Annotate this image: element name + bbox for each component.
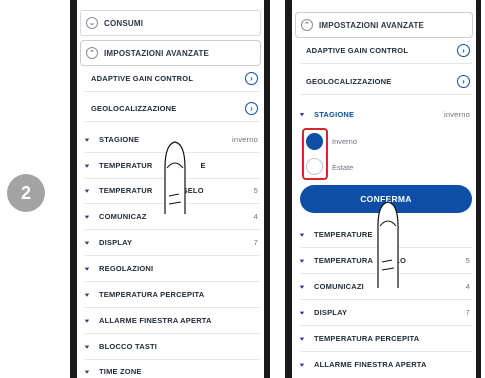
impostazioni-label: IMPOSTAZIONI AVANZATE <box>319 20 425 30</box>
row-label: STAGIONE <box>99 135 140 144</box>
allarme-finestra-row[interactable]: ▾ ALLARME FINESTRA APERTA <box>300 351 472 377</box>
radio-estate-label: Estate <box>332 163 354 172</box>
consumi-label: CONSUMI <box>104 18 144 28</box>
radio-inverno-label: Inverno <box>332 137 358 146</box>
row-label: COMUNICAZI <box>314 282 364 291</box>
chevron-down-icon: ▾ <box>300 360 305 368</box>
chevron-down-icon: ▾ <box>85 162 90 169</box>
temperatura-row-2[interactable]: ▾ TEMPERATUR SELO 5 <box>85 178 260 204</box>
chevron-down-icon: ▾ <box>85 136 90 143</box>
row-label: ADAPTIVE GAIN CONTROL <box>306 46 409 55</box>
impostazioni-label: IMPOSTAZIONI AVANZATE <box>104 48 210 58</box>
chevron-down-icon: ▾ <box>300 231 305 238</box>
row-label: STAGIONE <box>314 109 355 119</box>
row-label: REGOLAZIONI <box>99 264 154 273</box>
comunicazione-row[interactable]: ▾ COMUNICAZI 4 <box>300 274 472 300</box>
chevron-down-icon: ▾ <box>300 309 305 316</box>
chevron-down-icon: ▾ <box>85 187 90 194</box>
temperature-row[interactable]: ▾ TEMPERATURE <box>300 222 472 248</box>
row-label: GEOLOCALIZZAZIONE <box>91 104 177 113</box>
blocco-tasti-row[interactable]: ▾ BLOCCO TASTI <box>85 334 260 360</box>
row-label: TEMPERATURA PERCEPITA <box>99 290 205 299</box>
settings-screen: ⌄ CONSUMI ⌃ IMPOSTAZIONI AVANZATE ADAPTI… <box>77 0 264 378</box>
chevron-up-icon: ⌃ <box>301 19 313 31</box>
geolocalizzazione-row[interactable]: GEOLOCALIZZAZIONE › <box>300 69 472 95</box>
chevron-down-icon: ▾ <box>85 317 90 324</box>
row-label: TEMPERATUR <box>99 161 153 170</box>
chevron-down-icon: ▾ <box>300 283 305 290</box>
conferma-button[interactable]: CONFERMA <box>300 185 472 213</box>
adaptive-gain-row[interactable]: ADAPTIVE GAIN CONTROL › <box>85 66 260 92</box>
comunicazione-row[interactable]: ▾ COMUNICAZ 4 <box>85 204 260 230</box>
row-label-fragment: LO <box>395 256 406 265</box>
row-label: TEMPERATURA <box>314 256 374 265</box>
row-label: DISPLAY <box>99 238 133 247</box>
temperatura-percepita-row[interactable]: ▾ TEMPERATURA PERCEPITA <box>85 282 260 308</box>
row-label-fragment: SELO <box>182 186 204 195</box>
row-value: inverno <box>232 135 258 144</box>
stagione-row[interactable]: ▾ STAGIONE inverno <box>300 101 472 127</box>
chevron-down-icon: ▾ <box>85 265 90 272</box>
row-label: GEOLOCALIZZAZIONE <box>306 77 392 86</box>
phone-screen-right: ⌃ IMPOSTAZIONI AVANZATE ADAPTIVE GAIN CO… <box>285 0 481 378</box>
chevron-down-icon: ▾ <box>85 291 90 298</box>
row-value: 7 <box>465 308 470 317</box>
row-value: 4 <box>253 212 258 221</box>
temperatura-row[interactable]: ▾ TEMPERATUR E <box>85 153 260 179</box>
chevron-down-icon: ▾ <box>300 257 305 264</box>
chevron-down-icon: ▾ <box>300 335 305 342</box>
row-value: 7 <box>253 238 258 247</box>
chevron-down-icon: ▾ <box>85 343 90 350</box>
row-label-fragment: E <box>200 161 206 170</box>
row-value: 5 <box>465 256 470 265</box>
chevron-up-icon: ⌃ <box>86 47 98 59</box>
geolocalizzazione-row[interactable]: GEOLOCALIZZAZIONE › <box>85 96 260 122</box>
settings-screen: ⌃ IMPOSTAZIONI AVANZATE ADAPTIVE GAIN CO… <box>292 0 476 378</box>
row-value: 4 <box>465 282 470 291</box>
chevron-down-icon: ⌄ <box>86 17 98 29</box>
row-value: inverno <box>444 109 470 119</box>
row-label: TEMPERATURE <box>314 230 373 239</box>
row-label: ALLARME FINESTRA APERTA <box>99 316 212 325</box>
row-label: BLOCCO TASTI <box>99 342 158 351</box>
allarme-finestra-row[interactable]: ▾ ALLARME FINESTRA APERTA <box>85 308 260 334</box>
impostazioni-avanzate-section[interactable]: ⌃ IMPOSTAZIONI AVANZATE <box>295 12 473 38</box>
row-label: TEMPERATUR <box>99 186 153 195</box>
row-label: DISPLAY <box>314 308 348 317</box>
chevron-right-icon[interactable]: › <box>245 102 258 115</box>
chevron-down-icon: ▾ <box>85 367 90 375</box>
row-label: ADAPTIVE GAIN CONTROL <box>91 74 194 83</box>
impostazioni-avanzate-section[interactable]: ⌃ IMPOSTAZIONI AVANZATE <box>80 40 261 66</box>
chevron-right-icon[interactable]: › <box>245 72 258 85</box>
adaptive-gain-row[interactable]: ADAPTIVE GAIN CONTROL › <box>300 38 472 64</box>
chevron-down-icon: ▾ <box>85 239 90 246</box>
row-label: COMUNICAZ <box>99 212 147 221</box>
stagione-row[interactable]: ▾ STAGIONE inverno <box>85 127 260 153</box>
radio-inverno[interactable] <box>306 133 323 150</box>
chevron-down-icon: ▾ <box>300 110 305 118</box>
radio-estate[interactable] <box>306 158 323 175</box>
temperatura-row[interactable]: ▾ TEMPERATURA LO 5 <box>300 248 472 274</box>
row-label: ALLARME FINESTRA APERTA <box>314 359 427 369</box>
time-zone-row[interactable]: ▾ TIME ZONE <box>85 358 260 378</box>
temperatura-percepita-row[interactable]: ▾ TEMPERATURA PERCEPITA <box>300 326 472 352</box>
chevron-right-icon[interactable]: › <box>457 44 470 57</box>
phone-screen-left: ⌄ CONSUMI ⌃ IMPOSTAZIONI AVANZATE ADAPTI… <box>70 0 270 378</box>
row-value: 5 <box>253 186 258 195</box>
step-badge: 2 <box>7 174 45 212</box>
regolazioni-row[interactable]: ▾ REGOLAZIONI <box>85 256 260 282</box>
display-row[interactable]: ▾ DISPLAY 7 <box>300 300 472 326</box>
chevron-down-icon: ▾ <box>85 213 90 220</box>
row-label: TIME ZONE <box>99 366 142 376</box>
consumi-section[interactable]: ⌄ CONSUMI <box>80 10 261 36</box>
chevron-right-icon[interactable]: › <box>457 75 470 88</box>
row-label: TEMPERATURA PERCEPITA <box>314 334 420 343</box>
display-row[interactable]: ▾ DISPLAY 7 <box>85 230 260 256</box>
